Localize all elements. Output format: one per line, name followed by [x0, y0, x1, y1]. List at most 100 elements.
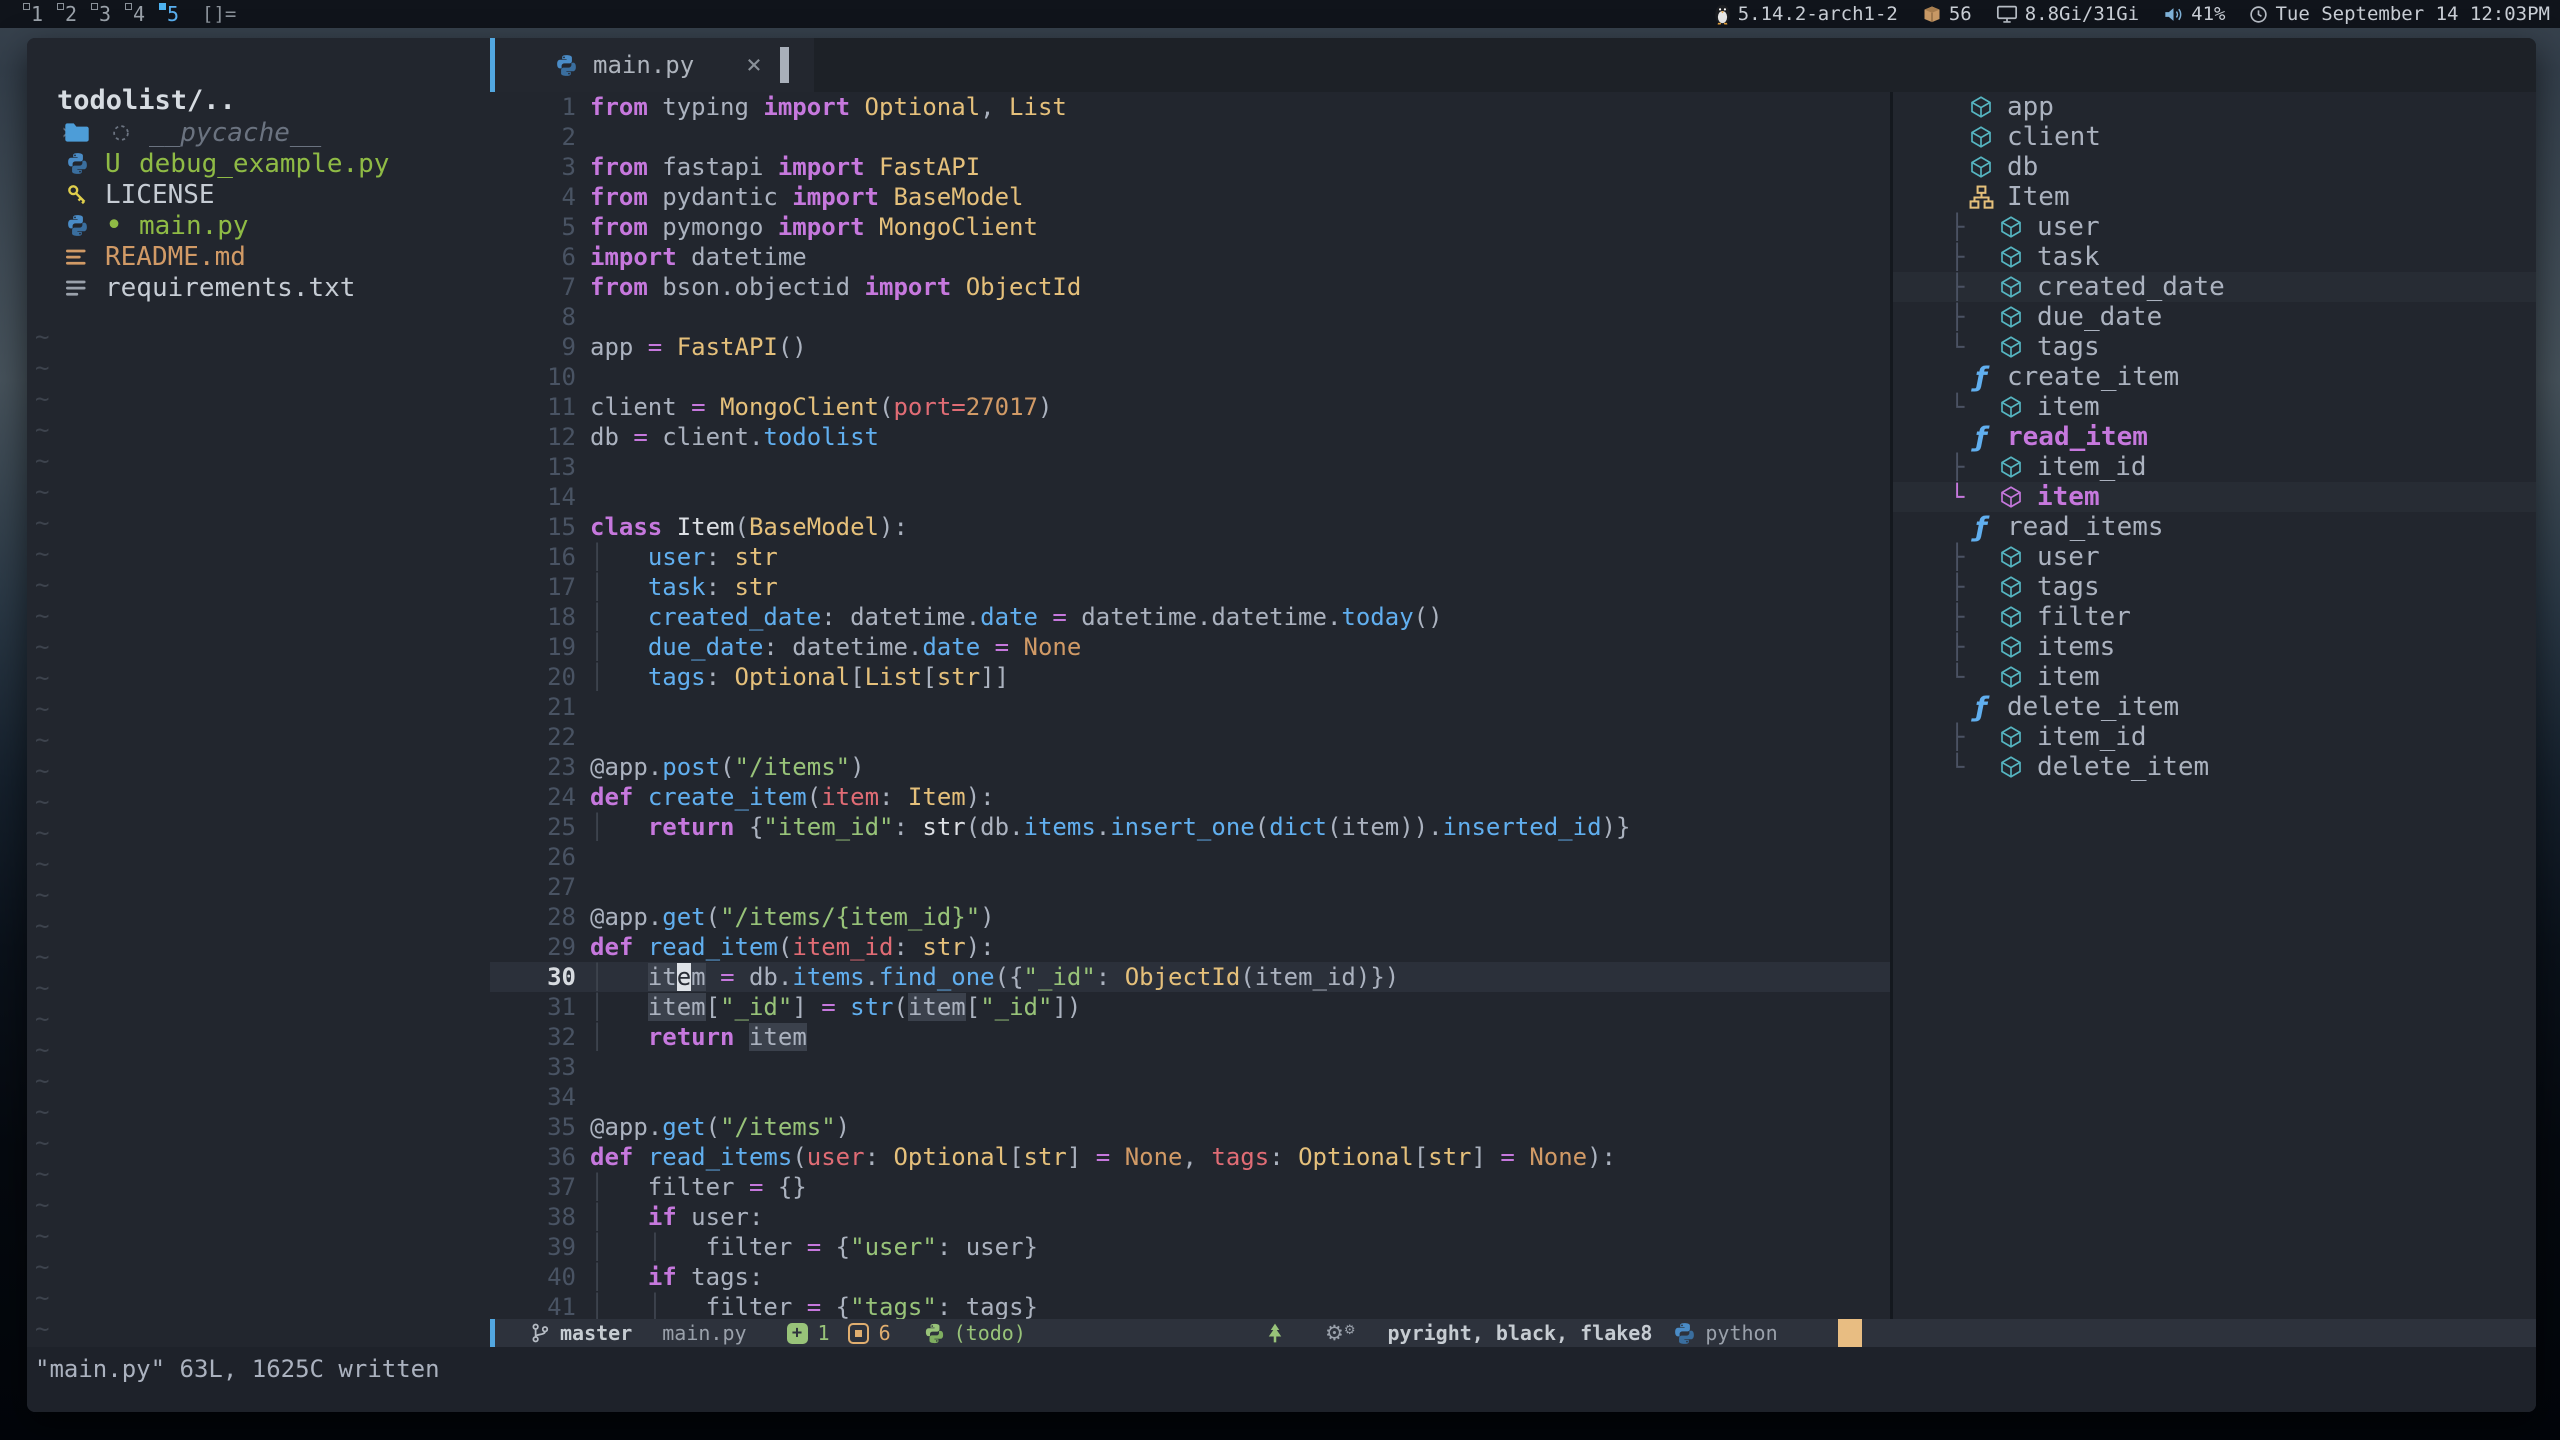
code-line-33[interactable]: 33	[490, 1052, 1890, 1082]
code-line-25[interactable]: 25│ return {"item_id": str(db.items.inse…	[490, 812, 1890, 842]
code-line-16[interactable]: 16│ user: str	[490, 542, 1890, 572]
tree-item-license[interactable]: LICENSE	[27, 179, 490, 210]
tagbar-item-Item[interactable]: Item	[1893, 182, 2536, 212]
workspace-button-1[interactable]: 1	[22, 0, 52, 28]
tagbar-item-tags[interactable]: ├tags	[1893, 572, 2536, 602]
code-line-13[interactable]: 13	[490, 452, 1890, 482]
git-modified-count: 6	[879, 1321, 891, 1345]
code-line-8[interactable]: 8	[490, 302, 1890, 332]
tagbar-item-read_item[interactable]: ƒread_item	[1893, 422, 2536, 452]
workspace-button-4[interactable]: 4	[124, 0, 154, 28]
tagbar-item-due_date[interactable]: ├due_date	[1893, 302, 2536, 332]
file-explorer[interactable]: todolist/.. ›__pycache__Udebug_example.p…	[27, 38, 490, 1346]
variable-cube-icon	[1998, 755, 2024, 779]
variable-cube-icon	[1968, 95, 1994, 119]
system-status: 5.14.2-arch1-2568.8Gi/31Gi41%Tue Septemb…	[1714, 3, 2550, 25]
tagbar-item-item[interactable]: └item	[1893, 662, 2536, 692]
tilde: ~	[35, 354, 49, 382]
code-line-39[interactable]: 39│ │ filter = {"user": user}	[490, 1232, 1890, 1262]
code-line-24[interactable]: 24def create_item(item: Item):	[490, 782, 1890, 812]
md-icon	[66, 247, 88, 267]
code-line-27[interactable]: 27	[490, 872, 1890, 902]
line-number: 7	[490, 272, 576, 302]
code-line-19[interactable]: 19│ due_date: datetime.date = None	[490, 632, 1890, 662]
code-line-5[interactable]: 5from pymongo import MongoClient	[490, 212, 1890, 242]
code-line-29[interactable]: 29def read_item(item_id: str):	[490, 932, 1890, 962]
tagbar-item-delete_item[interactable]: └delete_item	[1893, 752, 2536, 782]
tagbar-item-item[interactable]: └item	[1893, 392, 2536, 422]
code-line-18[interactable]: 18│ created_date: datetime.date = dateti…	[490, 602, 1890, 632]
code-line-21[interactable]: 21	[490, 692, 1890, 722]
tagbar-item-item_id[interactable]: ├item_id	[1893, 452, 2536, 482]
tree-connector: └	[1893, 333, 1998, 361]
line-number: 29	[490, 932, 576, 962]
tagbar-item-task[interactable]: ├task	[1893, 242, 2536, 272]
code-line-12[interactable]: 12db = client.todolist	[490, 422, 1890, 452]
tagbar-item-item_id[interactable]: ├item_id	[1893, 722, 2536, 752]
tagbar-item-filter[interactable]: ├filter	[1893, 602, 2536, 632]
tree-connector: ├	[1893, 603, 1998, 631]
tree-item-readme-md[interactable]: README.md	[27, 241, 490, 272]
code-line-31[interactable]: 31│ item["_id"] = str(item["_id"])	[490, 992, 1890, 1022]
code-line-14[interactable]: 14	[490, 482, 1890, 512]
code-line-17[interactable]: 17│ task: str	[490, 572, 1890, 602]
code-line-34[interactable]: 34	[490, 1082, 1890, 1112]
tagbar-item-items[interactable]: ├items	[1893, 632, 2536, 662]
chevron-right-icon: ›	[27, 120, 61, 145]
lsp-tools-list: pyright, black, flake8	[1387, 1321, 1652, 1345]
tagbar-item-created_date[interactable]: ├created_date	[1893, 272, 2536, 302]
function-icon: ƒ	[1968, 692, 1994, 723]
code-line-20[interactable]: 20│ tags: Optional[List[str]]	[490, 662, 1890, 692]
code-line-22[interactable]: 22	[490, 722, 1890, 752]
code-line-32[interactable]: 32│ return item	[490, 1022, 1890, 1052]
workspace-button-2[interactable]: 2	[56, 0, 86, 28]
key-icon	[65, 183, 89, 207]
code-line-41[interactable]: 41│ │ filter = {"tags": tags}	[490, 1292, 1890, 1322]
code-line-6[interactable]: 6import datetime	[490, 242, 1890, 272]
tagbar-item-app[interactable]: app	[1893, 92, 2536, 122]
symbol-outline[interactable]: appclientdbItem├user├task├created_date├d…	[1893, 92, 2536, 1319]
code-line-38[interactable]: 38│ if user:	[490, 1202, 1890, 1232]
code-line-23[interactable]: 23@app.post("/items")	[490, 752, 1890, 782]
code-line-10[interactable]: 10	[490, 362, 1890, 392]
code-line-36[interactable]: 36def read_items(user: Optional[str] = N…	[490, 1142, 1890, 1172]
code-line-40[interactable]: 40│ if tags:	[490, 1262, 1890, 1292]
code-line-7[interactable]: 7from bson.objectid import ObjectId	[490, 272, 1890, 302]
code-line-30[interactable]: 30│ item = db.items.find_one({"_id": Obj…	[490, 962, 1890, 992]
code-line-15[interactable]: 15class Item(BaseModel):	[490, 512, 1890, 542]
tree-item-main-py[interactable]: •main.py	[27, 210, 490, 241]
tree-item-requirements-txt[interactable]: requirements.txt	[27, 272, 490, 303]
code-line-4[interactable]: 4from pydantic import BaseModel	[490, 182, 1890, 212]
tagbar-item-tags[interactable]: └tags	[1893, 332, 2536, 362]
code-line-35[interactable]: 35@app.get("/items")	[490, 1112, 1890, 1142]
code-line-9[interactable]: 9app = FastAPI()	[490, 332, 1890, 362]
code-text: @app.post("/items")	[590, 752, 865, 782]
variable-cube-icon	[1968, 125, 1994, 149]
code-line-2[interactable]: 2	[490, 122, 1890, 152]
workspace-button-5[interactable]: 5	[158, 0, 188, 28]
tree-item---pycache--[interactable]: ›__pycache__	[27, 117, 490, 148]
tree-item-debug-example-py[interactable]: Udebug_example.py	[27, 148, 490, 179]
tagbar-item-user[interactable]: ├user	[1893, 212, 2536, 242]
tagbar-item-db[interactable]: db	[1893, 152, 2536, 182]
code-line-26[interactable]: 26	[490, 842, 1890, 872]
code-line-11[interactable]: 11client = MongoClient(port=27017)	[490, 392, 1890, 422]
editor-pane[interactable]: 1from typing import Optional, List23from…	[490, 92, 1890, 1319]
tagbar-item-read_items[interactable]: ƒread_items	[1893, 512, 2536, 542]
tilde: ~	[35, 1191, 49, 1219]
tab-main-py[interactable]: main.py ×	[490, 38, 814, 92]
tree-connector: ├	[1893, 273, 1998, 301]
tagbar-item-create_item[interactable]: ƒcreate_item	[1893, 362, 2536, 392]
code-line-37[interactable]: 37│ filter = {}	[490, 1172, 1890, 1202]
code-line-3[interactable]: 3from fastapi import FastAPI	[490, 152, 1890, 182]
workspace-button-3[interactable]: 3	[90, 0, 120, 28]
close-icon[interactable]: ×	[746, 50, 762, 80]
tagbar-item-user[interactable]: ├user	[1893, 542, 2536, 572]
tagbar-item-delete_item[interactable]: ƒdelete_item	[1893, 692, 2536, 722]
status-segment-clock: Tue September 14 12:03PM	[2249, 3, 2550, 25]
tagbar-item-item[interactable]: └item	[1893, 482, 2536, 512]
code-line-1[interactable]: 1from typing import Optional, List	[490, 92, 1890, 122]
workspace-dot	[57, 3, 64, 10]
code-line-28[interactable]: 28@app.get("/items/{item_id}")	[490, 902, 1890, 932]
tagbar-item-client[interactable]: client	[1893, 122, 2536, 152]
